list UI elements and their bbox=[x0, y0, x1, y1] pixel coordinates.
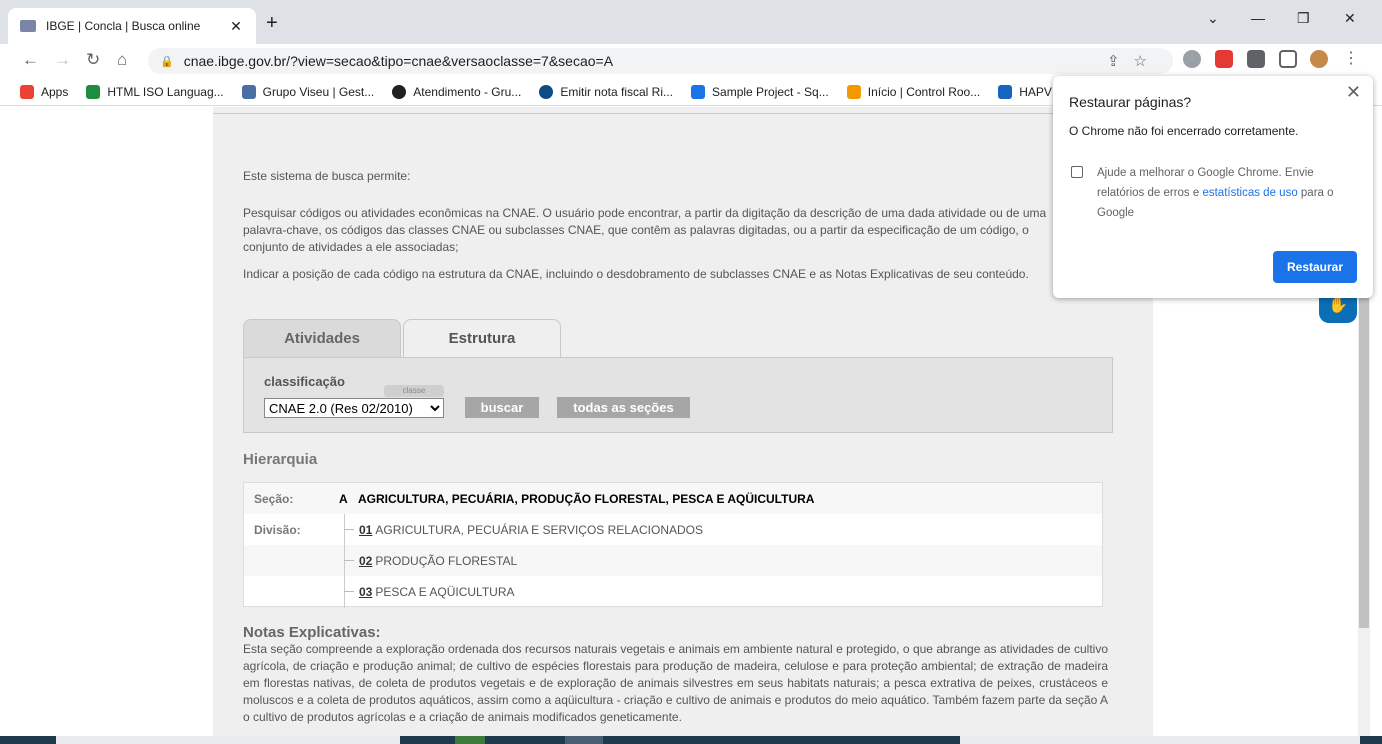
divisao-code-link[interactable]: 02 bbox=[359, 554, 372, 568]
trello-icon bbox=[998, 84, 1013, 99]
secao-label: Seção: bbox=[254, 491, 294, 506]
notas-heading: Notas Explicativas: bbox=[243, 624, 381, 641]
maximize-button[interactable]: ❐ bbox=[1297, 10, 1310, 27]
bookmark-atendimento[interactable]: Atendimento - Gru... bbox=[392, 84, 521, 99]
menu-kebab-icon[interactable]: ⋮ bbox=[1342, 50, 1360, 68]
taskbar-item[interactable] bbox=[56, 736, 400, 744]
address-bar[interactable]: 🔒 cnae.ibge.gov.br/?view=secao&tipo=cnae… bbox=[148, 48, 1173, 74]
divisao-label: Divisão: bbox=[254, 522, 301, 537]
extension-youtube-icon[interactable] bbox=[1215, 50, 1233, 68]
lock-icon[interactable]: 🔒 bbox=[160, 55, 174, 68]
hierarquia-heading: Hierarquia bbox=[243, 451, 318, 468]
notas-text: Esta seção compreende a exploração orden… bbox=[243, 642, 1108, 724]
minimize-button[interactable]: — bbox=[1251, 10, 1265, 26]
tab-close-icon[interactable]: ✕ bbox=[228, 18, 244, 35]
side-panel-icon[interactable] bbox=[1279, 50, 1297, 68]
divisao-item: 03 PESCA E AQÜICULTURA bbox=[359, 585, 515, 599]
usage-stats-link[interactable]: estatísticas de uso bbox=[1202, 187, 1297, 199]
browser-toolbar: ← → ↻ ⌂ 🔒 cnae.ibge.gov.br/?view=secao&t… bbox=[0, 44, 1382, 78]
extension-satellite-icon[interactable] bbox=[1183, 50, 1201, 68]
home-icon[interactable]: ⌂ bbox=[117, 50, 127, 70]
todas-secoes-button[interactable]: todas as seções bbox=[557, 397, 690, 418]
bookmark-grupo-viseu[interactable]: Grupo Viseu | Gest... bbox=[241, 84, 374, 99]
divisao-name: AGRICULTURA, PECUÁRIA E SERVIÇOS RELACIO… bbox=[375, 522, 703, 537]
dialog-message: O Chrome não foi encerrado corretamente. bbox=[1069, 124, 1299, 138]
apps-grid-icon bbox=[20, 84, 34, 99]
dialog-title: Restaurar páginas? bbox=[1069, 94, 1192, 110]
tab-atividades[interactable]: Atividades bbox=[243, 319, 401, 357]
description-paragraph-1: Pesquisar códigos ou atividades econômic… bbox=[243, 206, 1047, 254]
emitir-nota-icon bbox=[539, 84, 554, 99]
restore-button[interactable]: Restaurar bbox=[1273, 251, 1357, 283]
ibge-favicon-icon bbox=[20, 20, 36, 32]
profile-avatar[interactable] bbox=[1310, 50, 1328, 68]
classificacao-label: classificação bbox=[264, 374, 345, 389]
secao-code: A bbox=[339, 491, 348, 506]
report-checkbox-label: Ajude a melhorar o Google Chrome. Envie … bbox=[1097, 163, 1359, 223]
bookmark-apps[interactable]: Apps bbox=[20, 84, 68, 99]
close-window-button[interactable]: ✕ bbox=[1344, 10, 1356, 27]
extensions-puzzle-icon[interactable] bbox=[1247, 50, 1265, 68]
classe-hint: classe bbox=[384, 385, 444, 397]
url-text[interactable]: cnae.ibge.gov.br/?view=secao&tipo=cnae&v… bbox=[184, 53, 613, 69]
divisao-name: PRODUÇÃO FLORESTAL bbox=[375, 553, 518, 568]
tree-tick bbox=[344, 560, 354, 561]
divisao-code-link[interactable]: 01 bbox=[359, 523, 372, 537]
table-row: Divisão: 01 AGRICULTURA, PECUÁRIA E SERVI… bbox=[244, 514, 1102, 545]
taskbar-item[interactable] bbox=[960, 736, 1360, 744]
bookmark-sample-project[interactable]: Sample Project - Sq... bbox=[691, 84, 829, 99]
tab-title: IBGE | Concla | Busca online bbox=[46, 19, 201, 33]
table-row: 02 PRODUÇÃO FLORESTAL bbox=[244, 545, 1102, 576]
divisao-name: PESCA E AQÜICULTURA bbox=[375, 584, 515, 599]
bookmark-control-room[interactable]: Início | Control Roo... bbox=[846, 84, 980, 99]
new-tab-button[interactable]: + bbox=[266, 12, 278, 35]
close-icon[interactable]: ✕ bbox=[1346, 82, 1361, 103]
reload-icon[interactable]: ↻ bbox=[86, 50, 100, 70]
table-row: Seção: A AGRICULTURA, PECUÁRIA, PRODUÇÃO… bbox=[244, 483, 1102, 514]
tab-estrutura[interactable]: Estrutura bbox=[403, 319, 561, 357]
viseu-icon bbox=[241, 84, 256, 99]
top-divider bbox=[213, 108, 1153, 114]
database-icon bbox=[691, 84, 706, 99]
scrollbar-thumb[interactable] bbox=[1359, 290, 1369, 628]
tree-tick bbox=[344, 529, 354, 530]
divisao-code-link[interactable]: 03 bbox=[359, 585, 372, 599]
report-checkbox[interactable] bbox=[1071, 166, 1083, 178]
tree-tick bbox=[344, 591, 354, 592]
table-row: 03 PESCA E AQÜICULTURA bbox=[244, 576, 1102, 607]
divisao-item: 01 AGRICULTURA, PECUÁRIA E SERVIÇOS RELAC… bbox=[359, 523, 703, 537]
buscar-button[interactable]: buscar bbox=[465, 397, 539, 418]
bookmark-html-iso[interactable]: HTML ISO Languag... bbox=[86, 84, 224, 99]
browser-tab[interactable]: IBGE | Concla | Busca online ✕ bbox=[8, 8, 256, 44]
classification-select[interactable]: CNAE 2.0 (Res 02/2010) bbox=[264, 398, 444, 418]
secao-name: AGRICULTURA, PECUÁRIA, PRODUÇÃO FLORESTA… bbox=[358, 491, 815, 506]
globe-icon bbox=[392, 84, 407, 99]
control-room-icon bbox=[846, 84, 861, 99]
restore-pages-dialog: Restaurar páginas? ✕ O Chrome não foi en… bbox=[1053, 76, 1373, 298]
divisao-item: 02 PRODUÇÃO FLORESTAL bbox=[359, 554, 517, 568]
taskbar-item[interactable] bbox=[455, 736, 485, 744]
tab-search-icon[interactable]: ⌄ bbox=[1207, 10, 1219, 27]
back-arrow-icon[interactable]: ← bbox=[22, 50, 39, 70]
hierarchy-table: Seção: A AGRICULTURA, PECUÁRIA, PRODUÇÃO… bbox=[243, 482, 1103, 608]
intro-text: Este sistema de busca permite: bbox=[243, 169, 411, 183]
w3-icon bbox=[86, 84, 101, 99]
taskbar-item[interactable] bbox=[565, 736, 603, 744]
tab-strip: IBGE | Concla | Busca online ✕ + ⌄ — ❐ ✕ bbox=[0, 0, 1382, 44]
description-paragraph-2: Indicar a posição de cada código na estr… bbox=[243, 267, 1029, 281]
forward-arrow-icon[interactable]: → bbox=[54, 50, 71, 70]
share-star-icons[interactable]: ⇪☆ bbox=[1107, 52, 1161, 70]
search-panel: classificação classe CNAE 2.0 (Res 02/20… bbox=[243, 357, 1113, 433]
bookmark-emitir-nota[interactable]: Emitir nota fiscal Ri... bbox=[539, 84, 673, 99]
